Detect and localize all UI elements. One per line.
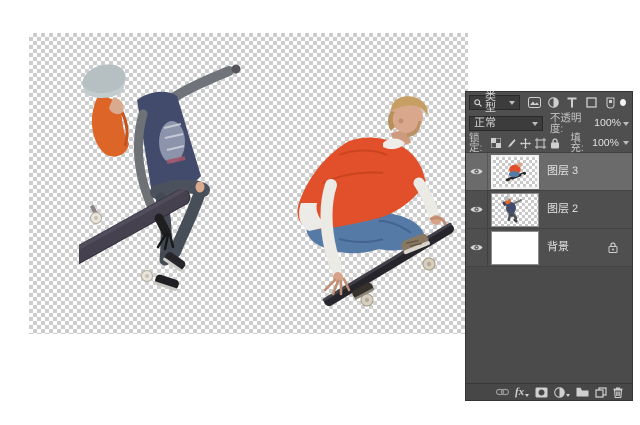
pixel-layers-filter-icon[interactable]: [527, 95, 542, 110]
search-icon: [474, 99, 482, 107]
layer-filter-toggle[interactable]: [620, 99, 626, 106]
visibility-eye-toggle[interactable]: [466, 229, 488, 266]
layer-name: 图层 3: [547, 166, 578, 177]
fill-value[interactable]: 100%: [592, 138, 619, 149]
delete-layer-button[interactable]: [613, 387, 623, 398]
new-layer-button[interactable]: [595, 387, 607, 398]
folder-icon: [576, 387, 589, 397]
adjustment-layers-filter-icon[interactable]: [546, 95, 561, 110]
thumbnail-skater-woman: [492, 194, 538, 226]
opacity-value[interactable]: 100%: [594, 118, 621, 129]
smart-object-filter-icon[interactable]: [603, 95, 618, 110]
add-layer-mask-button[interactable]: [535, 387, 548, 398]
lock-label: 锁定:: [469, 133, 487, 154]
fill-label: 填充:: [570, 133, 588, 154]
filter-icon-buttons: [527, 95, 618, 110]
trash-icon: [613, 387, 623, 398]
layer-name: 图层 2: [547, 204, 578, 215]
lock-all-padlock-icon[interactable]: [550, 136, 560, 150]
lock-artboard-nesting-icon[interactable]: [535, 136, 546, 150]
layer-row-layer3[interactable]: 图层 3: [466, 153, 632, 191]
eye-icon: [470, 243, 483, 252]
eye-icon: [470, 205, 483, 214]
layer-thumbnail[interactable]: [491, 231, 539, 265]
dropdown-caret: [525, 394, 529, 397]
fx-icon: fx: [515, 387, 524, 398]
visibility-eye-toggle[interactable]: [466, 153, 488, 190]
document-canvas[interactable]: [29, 33, 468, 334]
new-group-button[interactable]: [576, 387, 589, 397]
eye-icon: [470, 167, 483, 176]
link-layers-button[interactable]: [496, 388, 509, 396]
layer-filter-type-dropdown[interactable]: 类型: [469, 95, 520, 110]
layer-list-empty-area[interactable]: [466, 267, 632, 383]
background-lock-icon: [608, 242, 618, 253]
new-adjustment-layer-button[interactable]: [554, 387, 570, 398]
lock-transparent-pixels-icon[interactable]: [491, 136, 501, 150]
blend-mode-value: 正常: [474, 118, 529, 129]
thumbnail-skater-man: [493, 157, 537, 188]
layer-row-background[interactable]: 背景: [466, 229, 632, 267]
layer-mask-icon: [535, 387, 548, 398]
photoshop-workspace: 类型: [0, 0, 640, 425]
chevron-down-icon: [509, 101, 515, 105]
type-layers-filter-icon[interactable]: [565, 95, 580, 110]
layer-style-button[interactable]: fx: [515, 387, 529, 398]
chevron-down-icon: [532, 122, 538, 126]
lock-image-pixels-brush-icon[interactable]: [505, 136, 516, 150]
link-icon: [496, 388, 509, 396]
layer-thumbnail[interactable]: [491, 193, 539, 227]
visibility-eye-toggle[interactable]: [466, 191, 488, 228]
dropdown-caret: [566, 394, 570, 397]
layers-panel: 类型: [465, 91, 633, 401]
chevron-down-icon: [623, 122, 629, 126]
chevron-down-icon: [623, 141, 629, 145]
new-layer-icon: [595, 387, 607, 398]
skater-woman-artwork: [79, 58, 259, 308]
opacity-label: 不透明度:: [550, 113, 592, 134]
lock-position-move-icon[interactable]: [520, 136, 531, 150]
shape-layers-filter-icon[interactable]: [584, 95, 599, 110]
filter-type-label: 类型: [485, 92, 506, 114]
layer-thumbnail[interactable]: [491, 155, 539, 189]
opacity-control[interactable]: 不透明度: 100%: [550, 113, 629, 134]
layer-name: 背景: [547, 242, 569, 253]
layers-panel-footer: fx: [466, 383, 632, 400]
adjustment-layer-icon: [554, 387, 565, 398]
blend-mode-dropdown[interactable]: 正常: [469, 116, 543, 131]
skater-man-artwork: [279, 91, 464, 316]
layer-filter-bar: 类型: [466, 92, 632, 113]
blend-opacity-bar: 正常 不透明度: 100%: [466, 113, 632, 134]
lock-bar: 锁定: 填充: 100%: [466, 134, 632, 153]
layer-row-layer2[interactable]: 图层 2: [466, 191, 632, 229]
